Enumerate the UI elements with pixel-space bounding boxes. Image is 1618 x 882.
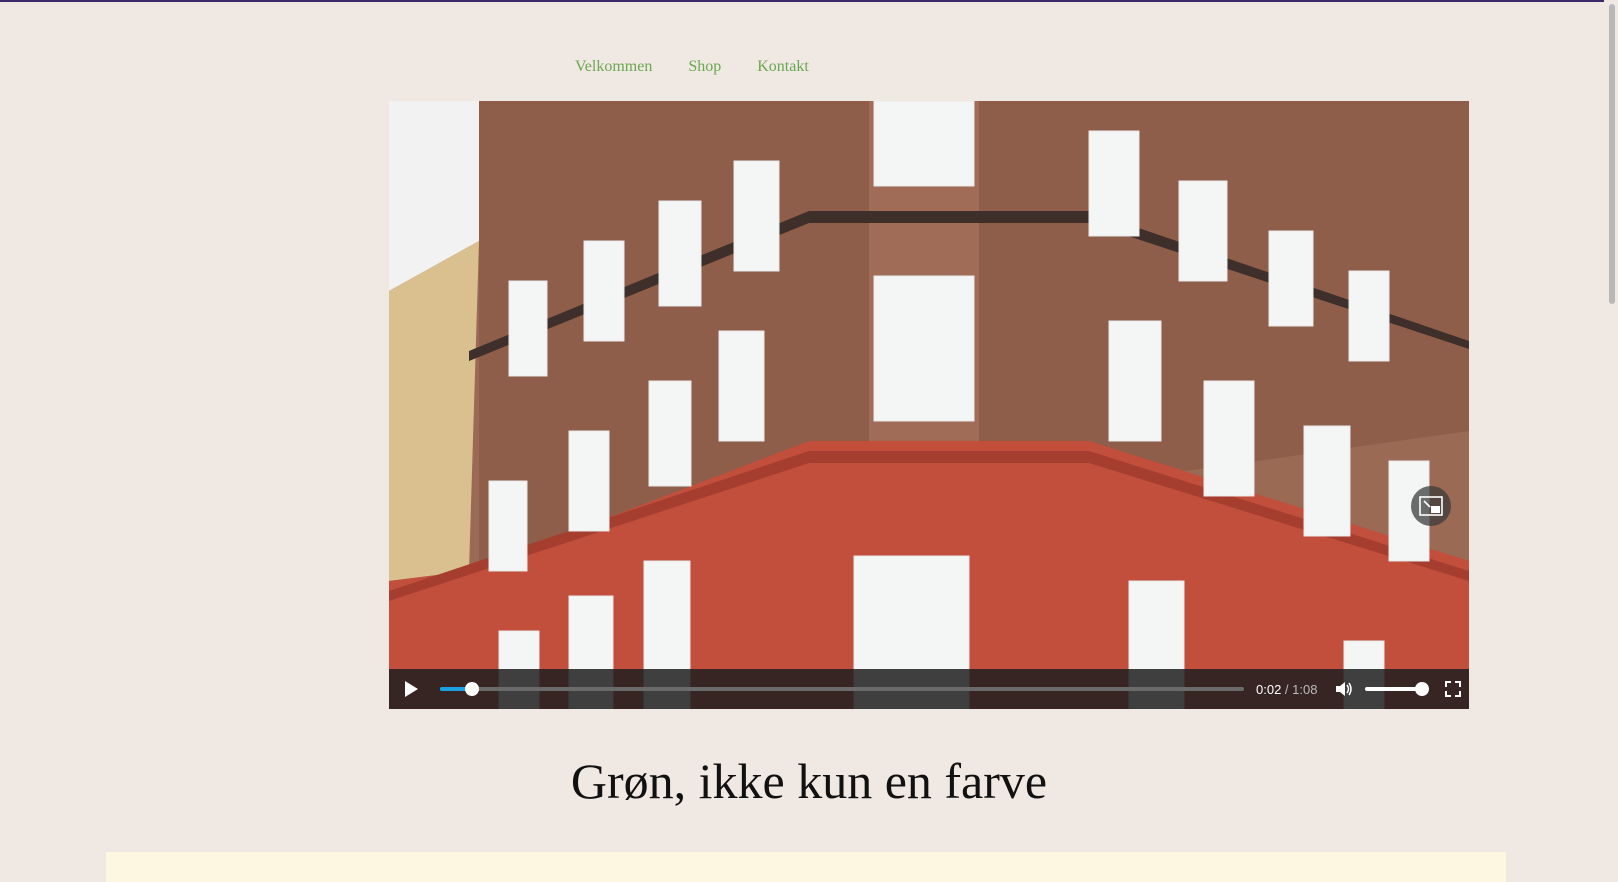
seek-bar-handle[interactable] [465, 682, 480, 696]
video-player[interactable]: 0:02 / 1:08 [389, 101, 1469, 709]
seek-bar[interactable] [440, 682, 1244, 696]
fullscreen-icon[interactable] [1445, 681, 1462, 697]
video-frame [389, 101, 1469, 709]
duration: 1:08 [1292, 681, 1318, 697]
nav-link-shop[interactable]: Shop [688, 58, 721, 76]
volume-slider-handle[interactable] [1415, 682, 1430, 696]
nav-link-velkommen[interactable]: Velkommen [575, 58, 652, 76]
scrollbar-thumb[interactable] [1609, 4, 1615, 304]
content-panel [106, 852, 1506, 882]
main-nav: Velkommen Shop Kontakt [575, 58, 809, 76]
volume-slider[interactable] [1365, 682, 1430, 696]
video-controls: 0:02 / 1:08 [389, 669, 1469, 709]
picture-in-picture-icon [1419, 496, 1443, 516]
top-accent-line [0, 0, 1618, 2]
picture-in-picture-button[interactable] [1411, 486, 1451, 526]
page-scrollbar[interactable] [1604, 0, 1618, 876]
volume-icon[interactable] [1335, 681, 1353, 697]
play-icon[interactable] [405, 681, 418, 697]
nav-link-kontakt[interactable]: Kontakt [757, 58, 809, 76]
time-display: 0:02 / 1:08 [1256, 682, 1317, 697]
current-time: 0:02 [1256, 681, 1282, 697]
time-separator: / [1281, 681, 1293, 697]
page-title: Grøn, ikke kun en farve [570, 753, 1048, 809]
